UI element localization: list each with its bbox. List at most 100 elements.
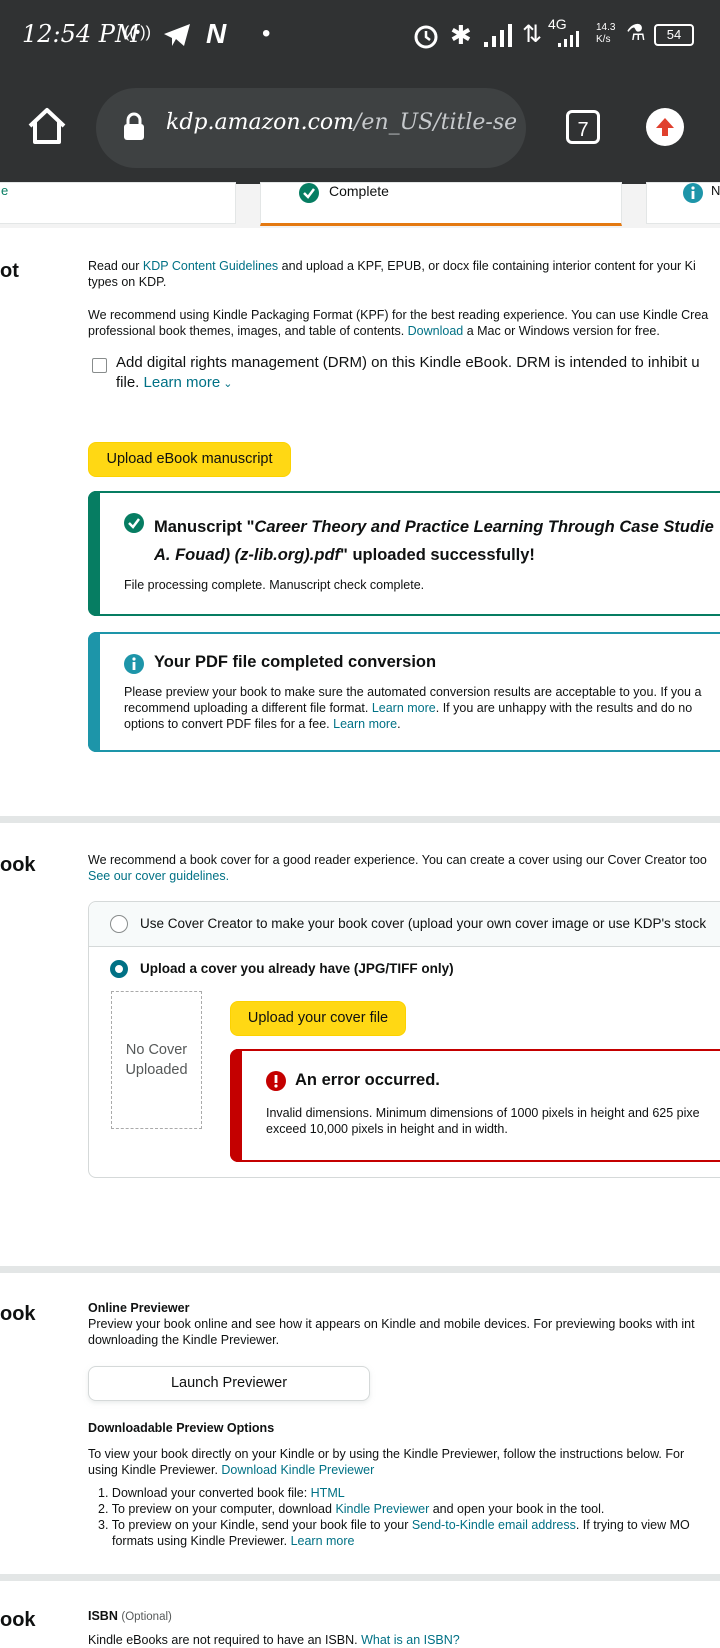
conversion-line1: Please preview your book to make sure th… (124, 685, 702, 699)
error-body: Invalid dimensions. Minimum dimensions o… (266, 1105, 720, 1137)
section-divider-2 (0, 1266, 720, 1273)
url-text: kdp.amazon.com/en_US/title-setup/kin (166, 110, 516, 135)
manuscript-success-alert: Manuscript "Career Theory and Practice L… (88, 491, 720, 616)
step-text-post: . If trying to view MO (575, 1518, 690, 1532)
upload-manuscript-label: Upload eBook manuscript (106, 451, 273, 467)
rec-line2-post: a Mac or Windows version for free. (463, 324, 660, 338)
placeholder-line1: No Cover (125, 1042, 188, 1058)
drm-label: Add digital rights management (DRM) on t… (116, 353, 720, 394)
step-num: 3. (98, 1518, 109, 1532)
drm-learn-more-link[interactable]: Learn more (144, 374, 221, 391)
conversion-line2-post: . If you are unhappy with the results an… (435, 701, 693, 715)
tab-switcher-button[interactable]: 7 (566, 110, 600, 144)
info-icon (683, 183, 703, 203)
success-filename-2: A. Fouad) (z-lib.org).pdf (154, 546, 341, 564)
home-icon[interactable] (26, 106, 68, 146)
placeholder-line2: Uploaded (125, 1062, 188, 1078)
network-speed: 14.3 K/s (596, 22, 616, 45)
step3-line2: formats using Kindle Previewer. (112, 1534, 291, 1548)
section-divider (0, 816, 720, 823)
cover-creator-radio[interactable] (110, 915, 128, 933)
telegram-icon (164, 24, 190, 46)
drm-checkbox[interactable] (92, 358, 107, 373)
intro-line2: types on KDP. (88, 275, 167, 289)
conversion-info-alert: Your PDF file completed conversion Pleas… (88, 632, 720, 752)
data-transfer-icon: ⇅ (522, 21, 543, 48)
step-text: To preview on your Kindle, send your boo… (111, 1518, 412, 1532)
send-to-kindle-link[interactable]: Send-to-Kindle email address (412, 1518, 576, 1532)
online-line1: Preview your book online and see how it … (88, 1317, 695, 1331)
step-text-post: and open your book in the tool. (429, 1502, 605, 1516)
what-is-isbn-link[interactable]: What is an ISBN? (361, 1633, 460, 1647)
content-guidelines-link[interactable]: KDP Content Guidelines (143, 259, 278, 273)
browser-toolbar: kdp.amazon.com/en_US/title-setup/kin 7 (0, 72, 720, 184)
success-title: Manuscript "Career Theory and Practice L… (154, 513, 720, 569)
download-previewer-link[interactable]: Download Kindle Previewer (221, 1463, 374, 1477)
cover-placeholder: No Cover Uploaded (111, 991, 202, 1129)
tab-current[interactable]: Complete (260, 182, 622, 226)
progress-tabs: e Complete N (0, 182, 720, 228)
manuscript-section-title: ot (0, 260, 19, 282)
cover-section-title: ook (0, 854, 36, 876)
launch-previewer-label: Launch Previewer (170, 1375, 288, 1391)
error-line2: exceed 10,000 pixels in height and in wi… (266, 1122, 508, 1136)
tab-current-label: Complete (329, 183, 389, 199)
tab-next[interactable]: N (646, 182, 720, 224)
conversion-line3: options to convert PDF files for a fee. (124, 717, 334, 731)
html-download-link[interactable]: HTML (311, 1486, 345, 1500)
drm-line1: Add digital rights management (DRM) on t… (116, 354, 700, 371)
error-line1: Invalid dimensions. Minimum dimensions o… (266, 1106, 700, 1120)
url-path: /en_US/title-setup/kin (354, 110, 516, 135)
isbn-text: Kindle eBooks are not required to have a… (88, 1632, 720, 1648)
preview-steps: 1. Download your converted book file: HT… (98, 1485, 720, 1549)
conversion-learn-more-link-2[interactable]: Learn more (333, 717, 397, 731)
check-circle-icon (299, 183, 319, 203)
drm-line2: file. (116, 374, 144, 391)
launch-previewer-button[interactable]: Launch Previewer (88, 1366, 370, 1401)
info-alert-bar (88, 632, 100, 752)
isbn-section-title: ook (0, 1609, 36, 1631)
cover-creator-label: Use Cover Creator to make your book cove… (140, 916, 707, 931)
isbn-line1: Kindle eBooks are not required to have a… (88, 1633, 362, 1647)
conversion-learn-more-link[interactable]: Learn more (372, 701, 436, 715)
step-text: To preview on your computer, download (111, 1502, 336, 1516)
upload-manuscript-button[interactable]: Upload eBook manuscript (88, 442, 291, 477)
signal-icon (484, 24, 512, 47)
conversion-body: Please preview your book to make sure th… (124, 684, 720, 732)
cover-intro-line1: We recommend a book cover for a good rea… (88, 853, 707, 867)
bluetooth-icon: ✱ (450, 20, 472, 50)
address-bar[interactable]: kdp.amazon.com/en_US/title-setup/kin (96, 88, 526, 168)
lock-icon (124, 112, 144, 140)
isbn-heading: ISBN (Optional) (88, 1609, 172, 1623)
isbn-optional: (Optional) (121, 1611, 172, 1623)
upload-cover-radio[interactable] (110, 960, 128, 978)
preview-section-title: ook (0, 1303, 36, 1325)
downloadable-preview-text: To view your book directly on your Kindl… (88, 1446, 720, 1478)
update-button[interactable] (646, 108, 684, 146)
status-bar: 12:54 PM ((•)) N • ✱ ⇅ 4G 14.3 K/s ⚗ 54 (0, 0, 720, 72)
battery-level: 54 (666, 27, 682, 42)
kindle-previewer-link[interactable]: Kindle Previewer (335, 1502, 429, 1516)
upload-cover-button-label: Upload your cover file (247, 1010, 389, 1026)
tab-previous[interactable]: e (0, 182, 236, 224)
success-body: File processing complete. Manuscript che… (124, 578, 425, 592)
cover-creator-option[interactable]: Use Cover Creator to make your book cove… (89, 902, 720, 947)
conversion-line3-post: . (397, 717, 401, 731)
step-text: Download your converted book file: (111, 1486, 311, 1500)
signal-icon-2 (558, 31, 579, 47)
list-item-continued: formats using Kindle Previewer. Learn mo… (98, 1533, 720, 1549)
upload-cover-button[interactable]: Upload your cover file (230, 1001, 406, 1036)
tab-next-label: N (711, 183, 720, 198)
conversion-title: Your PDF file completed conversion (154, 653, 437, 671)
success-alert-bar (88, 491, 100, 616)
cover-guidelines-link[interactable]: See our cover guidelines. (88, 869, 229, 883)
cover-intro: We recommend a book cover for a good rea… (88, 852, 720, 884)
list-item: 2. To preview on your computer, download… (98, 1501, 720, 1517)
success-check-icon (124, 513, 144, 533)
success-filename: Career Theory and Practice Learning Thro… (254, 518, 714, 536)
step3-learn-more-link[interactable]: Learn more (291, 1534, 355, 1548)
info-icon (124, 654, 144, 674)
battery-icon: 54 (654, 24, 694, 46)
download-kindle-create-link[interactable]: Download (408, 324, 464, 338)
dot-icon: • (262, 20, 271, 47)
